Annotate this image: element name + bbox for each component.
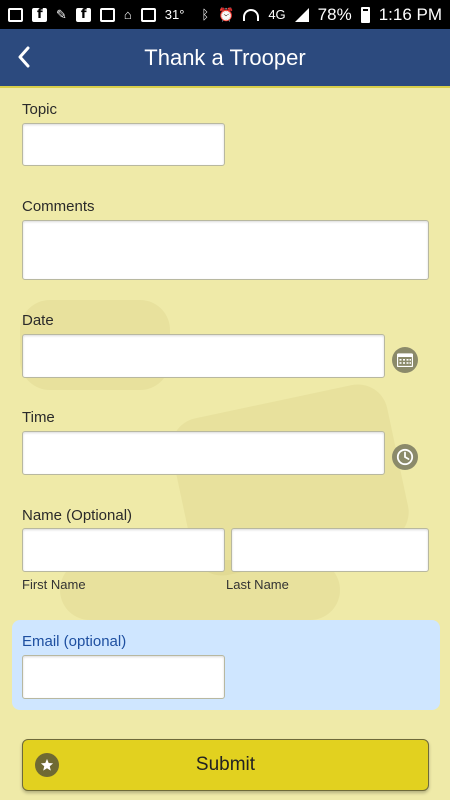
battery-percent-text: 78% bbox=[317, 4, 352, 24]
network-type-text: 4G bbox=[268, 7, 286, 22]
chevron-left-icon[interactable] bbox=[4, 37, 44, 77]
temperature-text: 31° bbox=[164, 7, 185, 22]
email-label: Email (optional) bbox=[22, 633, 127, 650]
name-label: Name (Optional) bbox=[22, 507, 133, 524]
date-input[interactable] bbox=[22, 334, 385, 378]
home-icon: ⌂ bbox=[123, 7, 132, 22]
comments-label: Comments bbox=[22, 198, 95, 215]
calendar-icon[interactable] bbox=[392, 347, 418, 373]
status-bar-notifications: ✎ ⌂ 31° bbox=[8, 7, 184, 23]
status-bar: ✎ ⌂ 31° ᛒ ⏰ 4G 78% 1:16 PM bbox=[0, 0, 450, 29]
date-label: Date bbox=[22, 312, 54, 329]
clock-icon[interactable] bbox=[392, 444, 418, 470]
app-header: Thank a Trooper bbox=[0, 29, 450, 88]
app-notification-icon: ✎ bbox=[56, 6, 67, 22]
bluetooth-icon: ᛒ bbox=[201, 7, 210, 22]
battery-icon bbox=[360, 6, 370, 23]
image-icon bbox=[140, 7, 156, 22]
email-input[interactable] bbox=[22, 655, 225, 699]
page-title: Thank a Trooper bbox=[144, 44, 306, 70]
last-name-input[interactable] bbox=[231, 528, 429, 572]
time-label: Time bbox=[22, 409, 55, 426]
first-name-input[interactable] bbox=[22, 528, 225, 572]
clock-text: 1:16 PM bbox=[378, 4, 442, 24]
facebook-icon bbox=[32, 7, 47, 22]
alarm-icon: ⏰ bbox=[218, 6, 235, 22]
submit-label: Submit bbox=[195, 754, 256, 775]
status-bar-system: ᛒ ⏰ 4G 78% 1:16 PM bbox=[201, 5, 442, 25]
comments-textarea[interactable] bbox=[22, 220, 429, 280]
topic-input[interactable] bbox=[22, 123, 225, 166]
wifi-icon bbox=[243, 8, 260, 21]
facebook-icon bbox=[75, 7, 91, 22]
mail-icon bbox=[99, 7, 115, 22]
first-name-sublabel: First Name bbox=[22, 577, 86, 592]
last-name-sublabel: Last Name bbox=[226, 577, 289, 592]
message-icon bbox=[8, 7, 23, 22]
time-input[interactable] bbox=[22, 431, 385, 475]
submit-button[interactable]: Submit bbox=[22, 739, 429, 791]
star-icon bbox=[35, 753, 59, 777]
signal-icon bbox=[294, 7, 309, 22]
topic-label: Topic bbox=[22, 101, 58, 118]
